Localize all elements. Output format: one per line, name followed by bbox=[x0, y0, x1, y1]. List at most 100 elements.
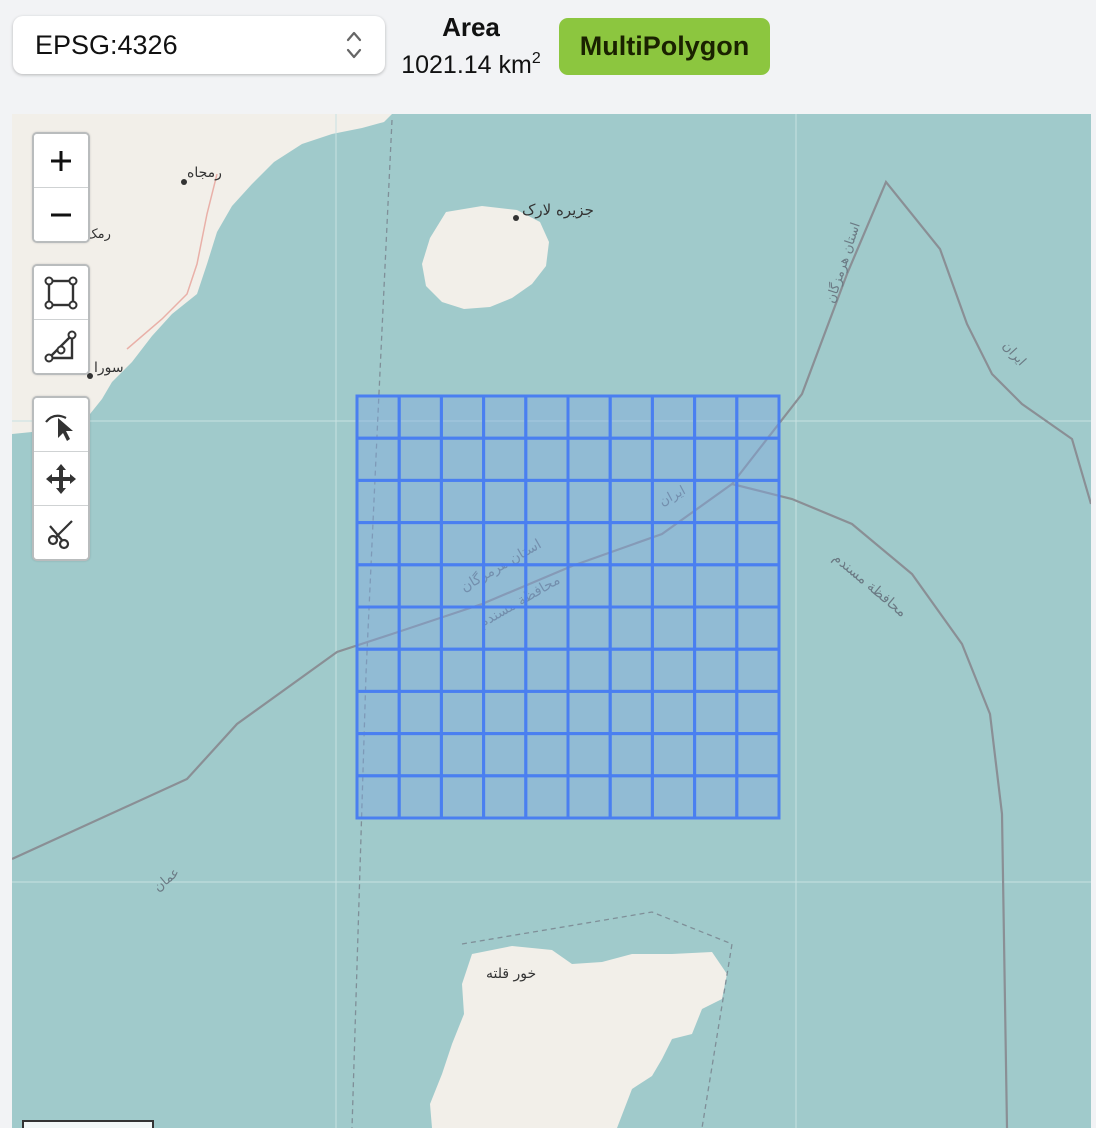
grid-cell[interactable] bbox=[355, 647, 401, 693]
cut-button[interactable] bbox=[34, 505, 88, 559]
grid-cell[interactable] bbox=[608, 732, 654, 778]
zoom-in-button[interactable] bbox=[34, 134, 88, 187]
grid-cell[interactable] bbox=[650, 605, 697, 651]
grid-cell[interactable] bbox=[397, 647, 443, 693]
grid-cell[interactable] bbox=[397, 563, 443, 609]
grid-cell[interactable] bbox=[439, 563, 486, 609]
grid-cell[interactable] bbox=[735, 436, 781, 482]
grid-cell[interactable] bbox=[397, 394, 443, 440]
grid-cell[interactable] bbox=[566, 563, 612, 609]
grid-cell[interactable] bbox=[566, 478, 612, 525]
grid-cell[interactable] bbox=[397, 689, 443, 736]
grid-cell[interactable] bbox=[608, 563, 654, 609]
grid-cell[interactable] bbox=[608, 689, 654, 736]
grid-cell[interactable] bbox=[693, 605, 739, 651]
grid-cell[interactable] bbox=[608, 478, 654, 525]
grid-cell[interactable] bbox=[524, 394, 570, 440]
grid-cell[interactable] bbox=[439, 394, 486, 440]
grid-cell[interactable] bbox=[482, 647, 528, 693]
grid-cell[interactable] bbox=[355, 563, 401, 609]
grid-cell[interactable] bbox=[439, 521, 486, 567]
grid-cell[interactable] bbox=[693, 689, 739, 736]
grid-cell[interactable] bbox=[482, 394, 528, 440]
grid-cell[interactable] bbox=[693, 394, 739, 440]
grid-cell[interactable] bbox=[397, 732, 443, 778]
grid-cell[interactable] bbox=[650, 647, 697, 693]
grid-cell[interactable] bbox=[482, 478, 528, 525]
grid-cell[interactable] bbox=[355, 394, 401, 440]
grid-cell[interactable] bbox=[566, 521, 612, 567]
grid-cell[interactable] bbox=[524, 521, 570, 567]
grid-cell[interactable] bbox=[524, 647, 570, 693]
grid-cell[interactable] bbox=[524, 732, 570, 778]
grid-cell[interactable] bbox=[693, 732, 739, 778]
grid-cell[interactable] bbox=[524, 605, 570, 651]
grid-cell[interactable] bbox=[650, 732, 697, 778]
grid-cell[interactable] bbox=[355, 521, 401, 567]
grid-cell[interactable] bbox=[735, 478, 781, 525]
multipolygon-grid[interactable] bbox=[355, 394, 781, 820]
grid-cell[interactable] bbox=[524, 478, 570, 525]
grid-cell[interactable] bbox=[355, 478, 401, 525]
grid-cell[interactable] bbox=[566, 605, 612, 651]
grid-cell[interactable] bbox=[650, 774, 697, 820]
select-button[interactable] bbox=[34, 398, 88, 451]
grid-cell[interactable] bbox=[482, 774, 528, 820]
grid-cell[interactable] bbox=[397, 521, 443, 567]
grid-cell[interactable] bbox=[693, 647, 739, 693]
grid-cell[interactable] bbox=[566, 647, 612, 693]
grid-cell[interactable] bbox=[397, 605, 443, 651]
grid-cell[interactable] bbox=[735, 689, 781, 736]
grid-cell[interactable] bbox=[439, 689, 486, 736]
grid-cell[interactable] bbox=[566, 689, 612, 736]
grid-cell[interactable] bbox=[355, 732, 401, 778]
grid-cell[interactable] bbox=[650, 394, 697, 440]
grid-cell[interactable] bbox=[566, 436, 612, 482]
grid-cell[interactable] bbox=[482, 436, 528, 482]
map-view[interactable]: رمجاه رمک سورا جزیره لارک استان هرمزگان … bbox=[12, 114, 1091, 1128]
grid-cell[interactable] bbox=[439, 774, 486, 820]
grid-cell[interactable] bbox=[439, 436, 486, 482]
grid-cell[interactable] bbox=[735, 521, 781, 567]
grid-cell[interactable] bbox=[439, 647, 486, 693]
grid-cell[interactable] bbox=[608, 605, 654, 651]
grid-cell[interactable] bbox=[524, 689, 570, 736]
grid-cell[interactable] bbox=[439, 478, 486, 525]
grid-cell[interactable] bbox=[566, 774, 612, 820]
grid-cell[interactable] bbox=[439, 732, 486, 778]
grid-cell[interactable] bbox=[608, 394, 654, 440]
grid-cell[interactable] bbox=[650, 436, 697, 482]
grid-cell[interactable] bbox=[608, 521, 654, 567]
grid-cell[interactable] bbox=[608, 774, 654, 820]
grid-cell[interactable] bbox=[482, 605, 528, 651]
grid-cell[interactable] bbox=[693, 563, 739, 609]
grid-cell[interactable] bbox=[693, 436, 739, 482]
grid-cell[interactable] bbox=[735, 394, 781, 440]
grid-cell[interactable] bbox=[566, 732, 612, 778]
grid-cell[interactable] bbox=[735, 647, 781, 693]
grid-cell[interactable] bbox=[524, 774, 570, 820]
grid-cell[interactable] bbox=[482, 521, 528, 567]
grid-cell[interactable] bbox=[735, 605, 781, 651]
draw-rectangle-button[interactable] bbox=[34, 266, 88, 319]
grid-cell[interactable] bbox=[397, 774, 443, 820]
grid-cell[interactable] bbox=[355, 774, 401, 820]
grid-cell[interactable] bbox=[566, 394, 612, 440]
grid-cell[interactable] bbox=[735, 774, 781, 820]
grid-cell[interactable] bbox=[482, 732, 528, 778]
move-button[interactable] bbox=[34, 451, 88, 505]
grid-cell[interactable] bbox=[355, 436, 401, 482]
draw-polygon-button[interactable] bbox=[34, 319, 88, 373]
grid-cell[interactable] bbox=[524, 436, 570, 482]
zoom-out-button[interactable] bbox=[34, 187, 88, 241]
grid-cell[interactable] bbox=[650, 689, 697, 736]
grid-cell[interactable] bbox=[735, 732, 781, 778]
crs-select[interactable]: EPSG:4326 bbox=[13, 16, 385, 74]
grid-cell[interactable] bbox=[397, 478, 443, 525]
grid-cell[interactable] bbox=[524, 563, 570, 609]
grid-cell[interactable] bbox=[735, 563, 781, 609]
grid-cell[interactable] bbox=[355, 689, 401, 736]
grid-cell[interactable] bbox=[650, 563, 697, 609]
grid-cell[interactable] bbox=[608, 647, 654, 693]
grid-cell[interactable] bbox=[650, 521, 697, 567]
